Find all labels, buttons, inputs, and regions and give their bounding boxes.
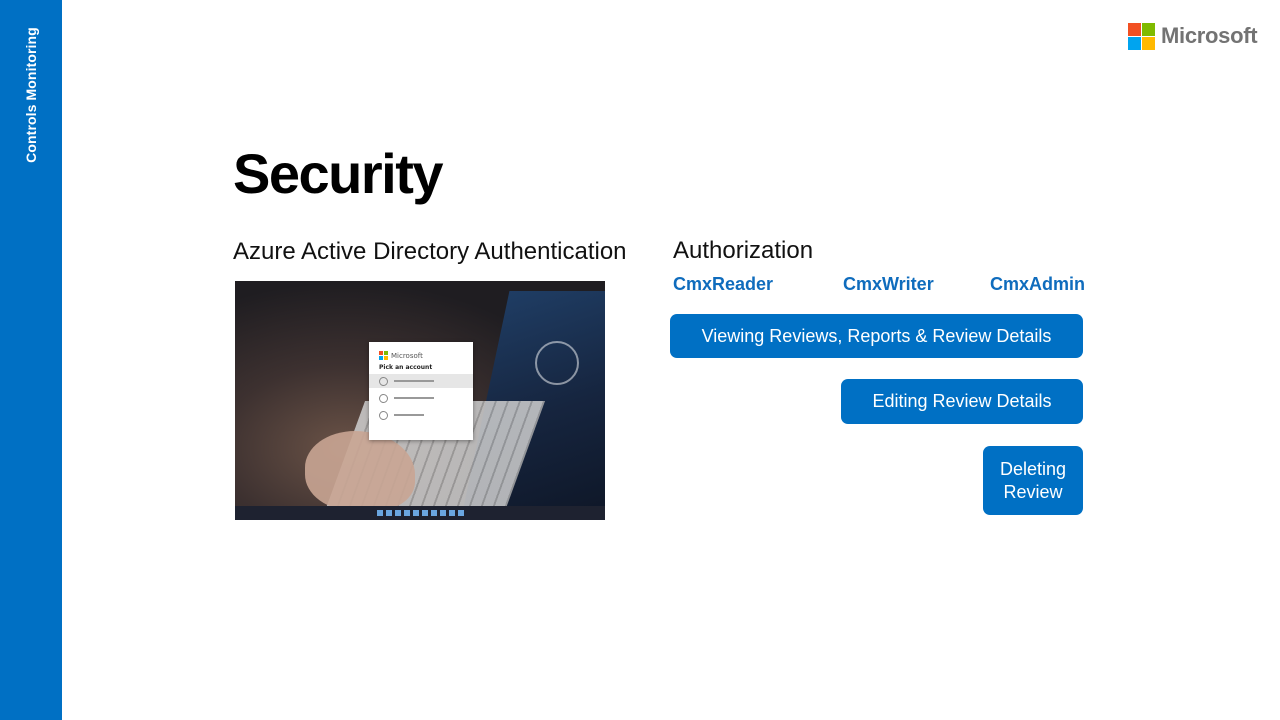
sign-in-photo: Microsoft Pick an account (235, 281, 605, 520)
account-icon (379, 376, 388, 386)
microsoft-logo-icon (1128, 22, 1155, 50)
user-avatar-icon (535, 341, 579, 385)
microsoft-wordmark: Microsoft (1161, 23, 1258, 48)
page-title: Security (233, 142, 444, 205)
dialog-title: Pick an account (379, 364, 433, 371)
permission-deleting: Deleting Review (983, 446, 1083, 515)
plus-icon (379, 410, 388, 420)
authentication-heading: Azure Active Directory Authentication (233, 238, 627, 265)
permission-viewing: Viewing Reviews, Reports & Review Detail… (670, 314, 1083, 358)
authorization-heading: Authorization (673, 237, 814, 264)
permission-editing: Editing Review Details (841, 379, 1083, 424)
role-cmxwriter: CmxWriter (843, 274, 934, 294)
account-icon (379, 393, 388, 403)
dialog-brand: Microsoft (391, 351, 423, 360)
sidebar: Controls Monitoring (0, 0, 62, 720)
account-row (369, 408, 473, 422)
account-picker-dialog: Microsoft Pick an account (369, 342, 473, 440)
slide: Controls Monitoring Microsoft Security A… (0, 0, 1280, 720)
sidebar-label: Controls Monitoring (23, 27, 39, 163)
taskbar (235, 506, 605, 520)
microsoft-mini-logo-icon (379, 351, 388, 360)
microsoft-logo: Microsoft (1128, 22, 1258, 50)
role-cmxreader: CmxReader (673, 274, 774, 294)
role-cmxadmin: CmxAdmin (990, 274, 1086, 294)
account-row (369, 391, 473, 405)
account-row (369, 374, 473, 388)
